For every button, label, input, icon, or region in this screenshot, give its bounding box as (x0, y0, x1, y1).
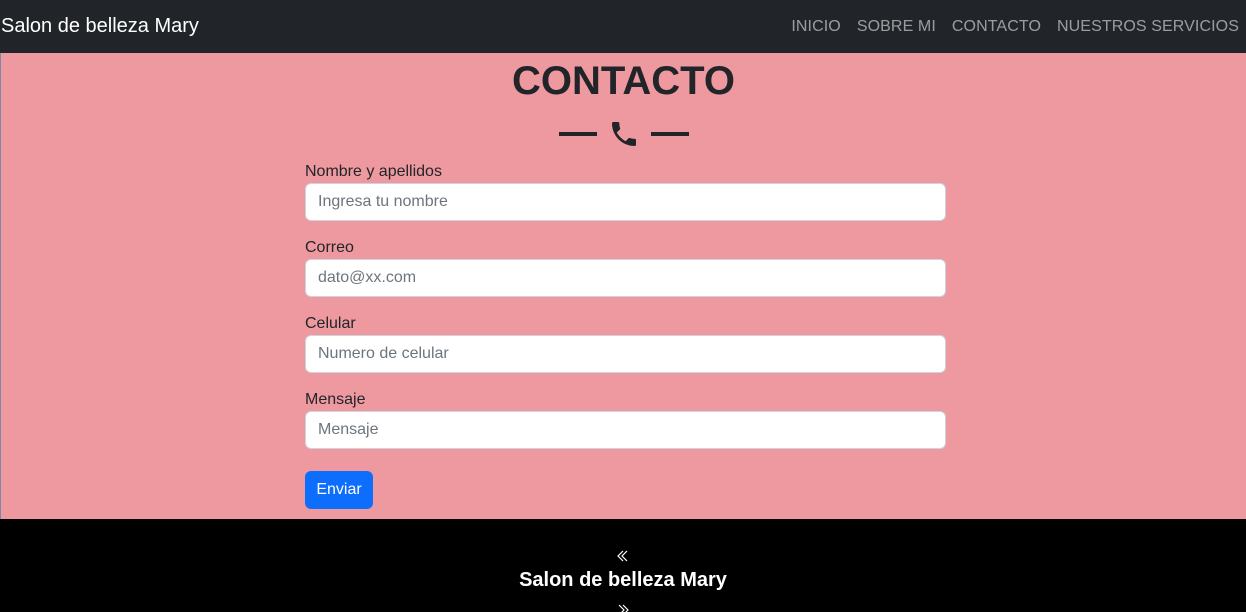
contact-form: Nombre y apellidos Correo Celular Mensaj… (305, 161, 946, 465)
form-group-message: Mensaje (305, 389, 946, 449)
phone-icon (607, 117, 641, 151)
contact-section: CONTACTO Nombre y apellidos Correo Celul… (0, 53, 1246, 519)
email-input[interactable] (305, 259, 946, 297)
form-group-name: Nombre y apellidos (305, 161, 946, 221)
navbar-brand[interactable]: Salon de belleza Mary (1, 0, 199, 53)
name-label: Nombre y apellidos (305, 163, 442, 180)
nav-link-inicio[interactable]: INICIO (791, 18, 841, 36)
nav-link-sobre-mi[interactable]: SOBRE MI (857, 18, 936, 36)
email-label: Correo (305, 239, 354, 256)
message-input[interactable] (305, 411, 946, 449)
nav-links: INICIO SOBRE MI CONTACTO NUESTROS SERVIC… (791, 18, 1239, 36)
footer: Salon de belleza Mary (0, 519, 1246, 612)
page: Salon de belleza Mary INICIO SOBRE MI CO… (0, 0, 1246, 612)
nav-link-contacto[interactable]: CONTACTO (952, 18, 1041, 36)
navbar: Salon de belleza Mary INICIO SOBRE MI CO… (0, 0, 1246, 53)
double-chevron-left-icon (0, 549, 1246, 563)
footer-title: Salon de belleza Mary (519, 569, 727, 591)
name-input[interactable] (305, 183, 946, 221)
nav-link-nuestros-servicios[interactable]: NUESTROS SERVICIOS (1057, 18, 1239, 36)
form-group-email: Correo (305, 237, 946, 297)
section-title: CONTACTO (512, 59, 735, 103)
divider-line-left (558, 132, 597, 136)
double-chevron-right-icon (0, 603, 1246, 612)
form-group-phone: Celular (305, 313, 946, 373)
title-divider (1, 117, 1246, 151)
message-label: Mensaje (305, 391, 366, 408)
phone-input[interactable] (305, 335, 946, 373)
phone-label: Celular (305, 315, 356, 332)
submit-button[interactable]: Enviar (305, 471, 373, 509)
divider-line-right (650, 132, 689, 136)
